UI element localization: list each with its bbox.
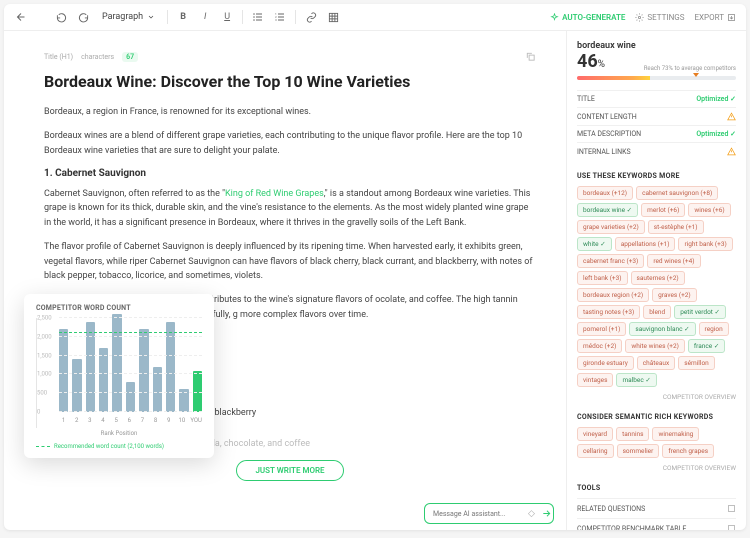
keyword-tag[interactable]: tasting notes (+3) [577,305,640,319]
export-button[interactable]: EXPORT [694,13,736,22]
keyword-tag[interactable]: sauvignon blanc ✓ [629,322,695,336]
keyword-tag[interactable]: grape varieties (+2) [577,220,645,234]
semantic-tag[interactable]: sommelier [617,444,660,458]
metric-row[interactable]: INTERNAL LINKS [577,142,736,160]
ai-attach-icon[interactable]: ◇ [528,509,535,519]
underline-icon[interactable]: U [220,10,234,24]
semantic-tag[interactable]: cellaring [577,444,614,458]
metric-row[interactable]: META DESCRIPTIONOptimized ✓ [577,125,736,142]
keywords-header: USE THESE KEYWORDS MORE [577,172,736,180]
keyword-tag[interactable]: merlot (+6) [641,203,685,217]
keyword-tag[interactable]: region [699,322,729,336]
semantic-tag[interactable]: vineyard [577,427,613,441]
keyword-tag[interactable]: wines (+6) [688,203,730,217]
metric-row[interactable]: CONTENT LENGTH [577,107,736,125]
keyword-tag[interactable]: châteaux [637,356,675,370]
inline-link[interactable]: King of Red Wine Grapes [225,189,324,199]
svg-text:3: 3 [275,18,277,22]
goal-marker [693,73,699,77]
semantic-header: CONSIDER SEMANTIC RICH KEYWORDS [577,413,736,421]
chart-bar [99,348,108,412]
paragraph[interactable]: Cabernet Sauvignon, often referred to as… [44,187,536,230]
keyword-tag[interactable]: sauternes (+2) [631,271,685,285]
content-score: 46% [577,51,605,72]
keyword-tag[interactable]: white ✓ [577,237,612,251]
chart-xlabel: Rank Position [36,430,202,437]
keyword-tag[interactable]: pomerol (+1) [577,322,626,336]
ordered-list-icon[interactable]: 123 [273,10,287,24]
undo-icon[interactable] [54,10,68,24]
chart-area: 05001,0001,5002,0002,50012345678910YOU [36,318,202,428]
title-meta: Title (H1) characters 67 [44,51,536,62]
format-select[interactable]: Paragraph [98,10,159,24]
competitor-overview-link[interactable]: COMPETITOR OVERVIEW [577,393,736,401]
link-icon[interactable] [304,10,318,24]
bullet-list-icon[interactable] [251,10,265,24]
keyword-tag[interactable]: cabernet sauvignon (+8) [636,186,718,200]
page-title[interactable]: Bordeaux Wine: Discover the Top 10 Wine … [44,72,536,93]
competitor-overview-link-2[interactable]: COMPETITOR OVERVIEW [577,464,736,472]
paragraph[interactable]: The flavor profile of Cabernet Sauvignon… [44,240,536,283]
chart-bar [139,329,148,412]
chart-recommended: Recommended word count (2,100 words) [36,443,202,450]
keyword-tag[interactable]: appellations (+1) [615,237,676,251]
paragraph[interactable]: Bordeaux, a region in France, is renowne… [44,105,536,119]
keyword-tag[interactable]: petit verdot ✓ [674,305,726,319]
keyword-tag[interactable]: sémillon [678,356,715,370]
semantic-tags: vineyardtanninswinemaking cellaringsommel… [577,427,736,458]
heading-2[interactable]: 1. Cabernet Sauvignon [44,168,536,179]
keyword-tag[interactable]: médoc (+2) [577,339,622,353]
paragraph[interactable]: Bordeaux wines are a blend of different … [44,129,536,158]
keyword-tag[interactable]: red wines (+4) [647,254,700,268]
keyword-tags: bordeaux (+12)cabernet sauvignon (+8) bor… [577,186,736,387]
semantic-tag[interactable]: french grapes [662,444,714,458]
keyword-tag[interactable]: cabernet franc (+3) [577,254,644,268]
chart-bar [72,359,81,412]
ai-assistant-input[interactable]: ◇ [424,503,554,524]
chart-title: COMPETITOR WORD COUNT [36,304,202,312]
table-icon[interactable] [326,10,340,24]
back-icon[interactable] [14,10,28,24]
keyword-tag[interactable]: malbec ✓ [616,373,656,387]
keyword-tag[interactable]: bordeaux (+12) [577,186,633,200]
score-keyword: bordeaux wine [577,41,736,51]
keyword-tag[interactable]: bordeaux region (+2) [577,288,649,302]
chart-bar [112,314,121,412]
copy-icon[interactable] [525,51,536,62]
italic-icon[interactable]: I [198,10,212,24]
send-icon[interactable] [541,508,552,519]
score-goal: Reach 73% to average competitors [615,65,736,72]
bold-icon[interactable]: B [176,10,190,24]
keyword-tag[interactable]: blend [643,305,671,319]
tools-header: TOOLS [577,484,736,492]
chart-bar [126,382,135,412]
redo-icon[interactable] [76,10,90,24]
tool-row[interactable]: RELATED QUESTIONS [577,498,736,518]
semantic-tag[interactable]: tannins [616,427,649,441]
competitor-chart-card: COMPETITOR WORD COUNT 05001,0001,5002,00… [24,294,214,458]
tool-row[interactable]: COMPETITOR BENCHMARK TABLE [577,518,736,530]
keyword-tag[interactable]: st-estèphe (+1) [648,220,704,234]
keyword-tag[interactable]: france ✓ [688,339,725,353]
keyword-tag[interactable]: right bank (+3) [678,237,732,251]
toolbar: Paragraph B I U 123 AUTO-GENERATE SETTIN… [4,4,746,31]
keyword-tag[interactable]: vintages [577,373,613,387]
semantic-tag[interactable]: winemaking [652,427,699,441]
keyword-tag[interactable]: white wines (+2) [625,339,685,353]
settings-button[interactable]: SETTINGS [635,13,684,22]
auto-generate-button[interactable]: AUTO-GENERATE [550,13,625,22]
ai-input[interactable] [433,510,522,518]
write-more-button[interactable]: JUST WRITE MORE [236,460,343,481]
score-bar [577,76,736,80]
keyword-tag[interactable]: bordeaux wine ✓ [577,203,638,217]
metric-row[interactable]: TITLEOptimized ✓ [577,90,736,107]
keyword-tag[interactable]: graves (+2) [652,288,697,302]
sidebar: bordeaux wine 46% Reach 73% to average c… [566,31,746,530]
chart-bar [59,329,68,412]
keyword-tag[interactable]: gironde estuary [577,356,634,370]
keyword-tag[interactable]: left bank (+3) [577,271,628,285]
